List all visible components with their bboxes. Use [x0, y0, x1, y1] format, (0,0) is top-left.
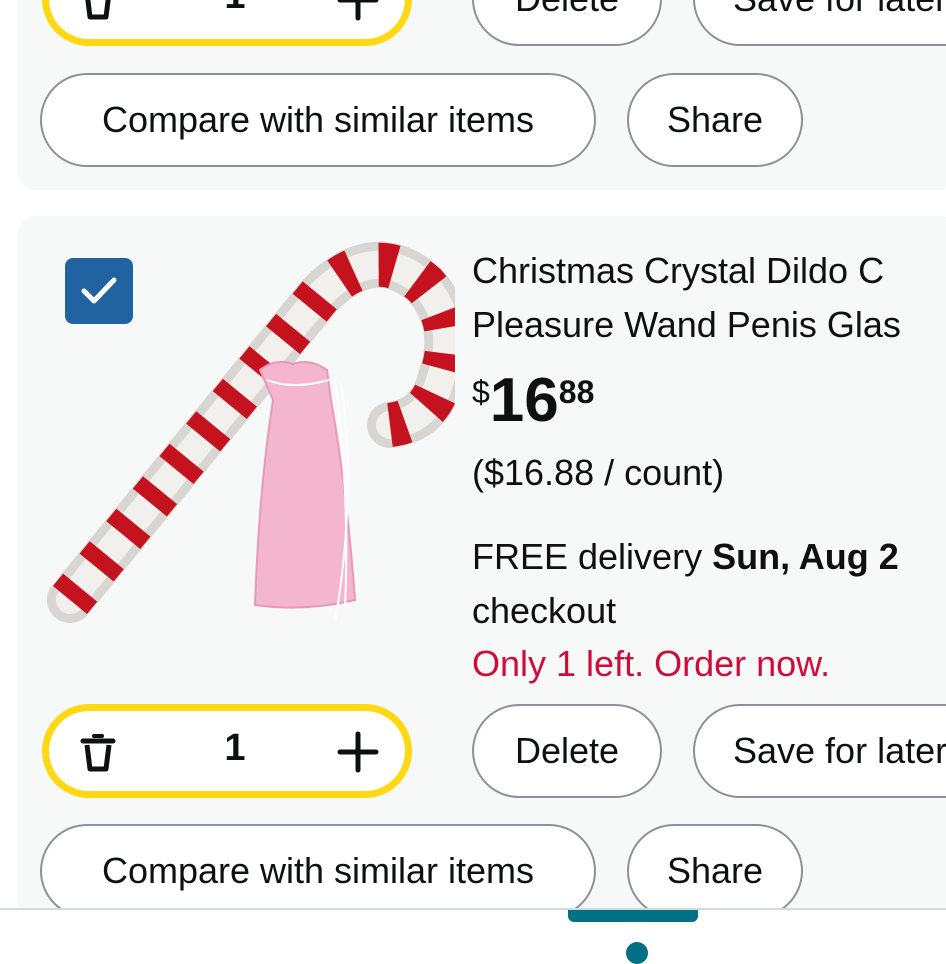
share-button[interactable]: Share	[627, 824, 803, 918]
product-title[interactable]: Christmas Crystal Dildo C Pleasure Wand …	[472, 244, 946, 352]
delivery-info: FREE delivery Sun, Aug 2 checkout	[472, 530, 946, 638]
previous-delete-button[interactable]: Delete	[472, 0, 662, 46]
product-title-line2: Pleasure Wand Penis Glas	[472, 304, 901, 345]
price-fraction: 88	[558, 374, 595, 410]
stock-warning: Only 1 left. Order now.	[472, 643, 831, 684]
plus-icon[interactable]	[337, 731, 379, 773]
price-symbol: $	[472, 374, 490, 410]
cart-tab-icon[interactable]	[626, 942, 648, 964]
previous-quantity-stepper[interactable]: 1	[42, 0, 412, 46]
delete-button[interactable]: Delete	[472, 704, 662, 798]
trash-icon[interactable]	[79, 733, 117, 773]
quantity-value: 1	[217, 0, 253, 18]
plus-icon[interactable]	[337, 0, 379, 21]
product-price: $ 16 88	[472, 364, 594, 438]
quantity-value: 1	[224, 727, 246, 769]
trash-icon[interactable]	[79, 0, 117, 21]
save-for-later-button[interactable]: Save for later	[693, 704, 946, 798]
active-tab-indicator	[568, 910, 698, 922]
product-image[interactable]	[35, 240, 455, 640]
previous-compare-button[interactable]: Compare with similar items	[40, 73, 596, 167]
product-title-line1: Christmas Crystal Dildo C	[472, 250, 885, 291]
quantity-stepper[interactable]: 1	[42, 704, 412, 798]
delivery-date: Sun, Aug 2	[712, 536, 899, 577]
bottom-navigation-bar	[0, 908, 946, 951]
previous-save-for-later-button[interactable]: Save for later	[693, 0, 946, 46]
delivery-suffix: checkout	[472, 590, 617, 631]
previous-share-button[interactable]: Share	[627, 73, 803, 167]
delivery-prefix: FREE delivery	[472, 536, 713, 577]
compare-button[interactable]: Compare with similar items	[40, 824, 596, 918]
price-whole: 16	[489, 366, 559, 435]
unit-price: ($16.88 / count)	[472, 452, 725, 493]
